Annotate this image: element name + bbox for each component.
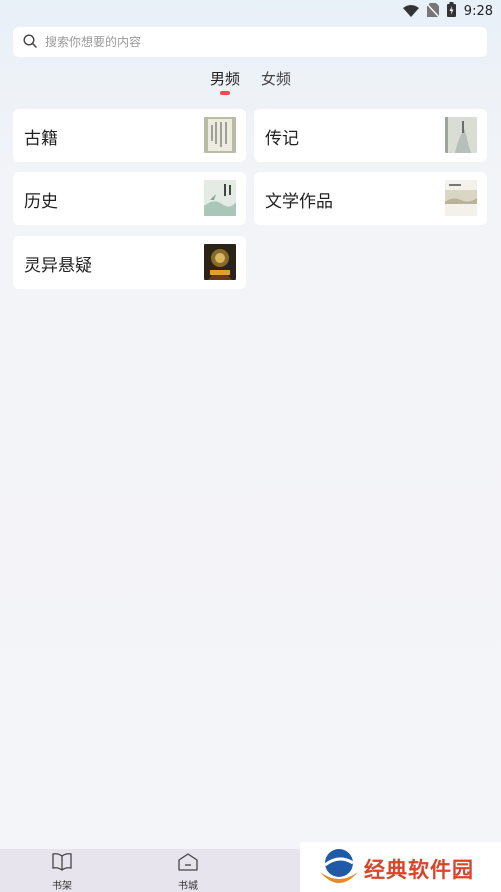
category-label: 传记 [265, 129, 299, 149]
category-label: 历史 [24, 192, 58, 212]
nav-bookshelf[interactable]: 书架 [32, 853, 92, 892]
tab-indicator [220, 91, 230, 95]
wifi-icon [402, 2, 419, 21]
bottom-nav: 书架 书城 [0, 849, 300, 892]
nav-bookshelf-label: 书架 [52, 881, 72, 892]
category-card-lishi[interactable]: 历史 [13, 172, 246, 225]
category-card-lingyi[interactable]: 灵异悬疑 [13, 236, 246, 289]
search-icon [23, 33, 37, 52]
battery-icon [446, 1, 456, 21]
watermark: 经典软件园 [300, 842, 501, 892]
category-label: 文学作品 [265, 192, 333, 212]
tab-female[interactable]: 女频 [261, 68, 291, 89]
nav-bookstore-label: 书城 [178, 881, 198, 892]
search-bar[interactable] [13, 27, 487, 57]
nav-bookstore[interactable]: 书城 [158, 853, 218, 892]
search-input[interactable] [43, 34, 447, 50]
gender-tabs: 男频 女频 [0, 66, 501, 96]
category-card-wenxue[interactable]: 文学作品 [254, 172, 487, 225]
book-open-icon [52, 853, 72, 875]
book-cover-image [445, 180, 477, 216]
status-time: 9:28 [463, 3, 493, 19]
watermark-text: 经典软件园 [364, 858, 474, 882]
category-label: 古籍 [24, 129, 58, 149]
book-cover-image [204, 244, 236, 280]
book-cover-image [204, 180, 236, 216]
category-card-guji[interactable]: 古籍 [13, 109, 246, 162]
watermark-logo-icon [318, 846, 360, 892]
book-cover-image [445, 117, 477, 153]
category-card-zhuanji[interactable]: 传记 [254, 109, 487, 162]
store-icon [178, 853, 198, 875]
category-label: 灵异悬疑 [24, 256, 92, 276]
status-bar: 9:28 [0, 0, 501, 22]
book-cover-image [204, 117, 236, 153]
no-sim-icon [426, 2, 440, 21]
tab-male[interactable]: 男频 [210, 68, 240, 89]
